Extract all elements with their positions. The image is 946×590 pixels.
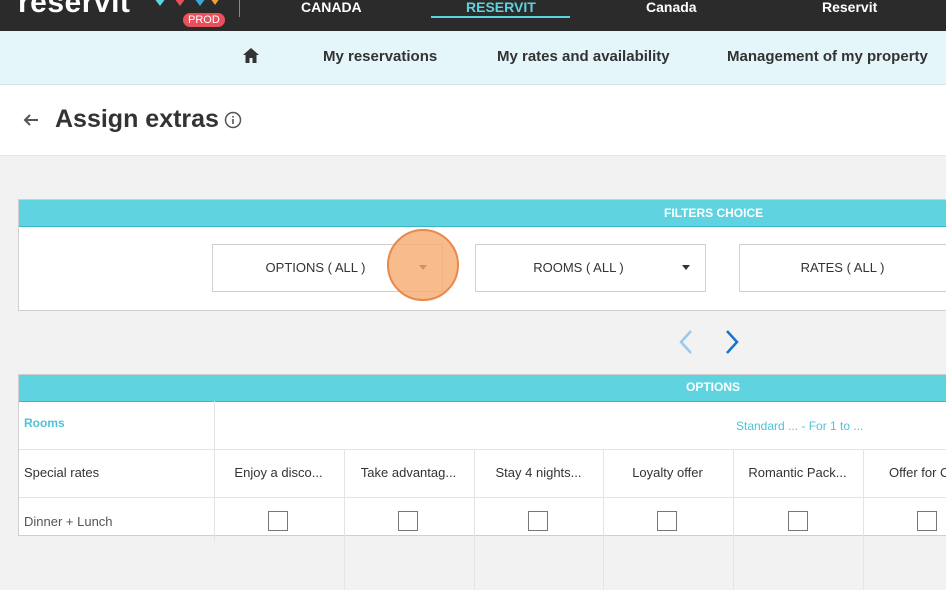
nav-item-my-reservations[interactable]: My reservations: [323, 48, 437, 65]
info-circle-icon[interactable]: [224, 111, 242, 129]
nav-item-property-management[interactable]: Management of my property: [727, 48, 928, 65]
special-rates-label: Special rates: [24, 465, 100, 480]
rate-header-4: Loyalty offer: [632, 465, 703, 480]
rates-filter-dropdown[interactable]: RATES ( ALL ): [739, 244, 946, 292]
tab-reservit[interactable]: Reservit: [822, 0, 877, 15]
environment-badge: PROD: [183, 13, 225, 27]
app-logo[interactable]: reservit: [18, 0, 130, 20]
topbar-divider: [239, 0, 240, 17]
row-label-dinner-lunch: Dinner + Lunch: [24, 514, 113, 529]
chevron-down-icon: [682, 265, 690, 270]
assign-checkbox[interactable]: [398, 511, 418, 531]
rate-header-6: Offer for C: [889, 465, 946, 480]
tab-canada-upper[interactable]: CANADA: [301, 0, 362, 15]
assign-checkbox[interactable]: [917, 511, 937, 531]
rate-header-1: Enjoy a disco...: [234, 465, 323, 480]
assign-checkbox[interactable]: [268, 511, 288, 531]
page-title: Assign extras: [55, 105, 219, 133]
rates-filter-label: RATES ( ALL ): [800, 260, 885, 275]
tab-reservit-upper[interactable]: RESERVIT: [466, 0, 536, 15]
nav-item-rates-availability[interactable]: My rates and availability: [497, 48, 670, 65]
arrow-left-icon[interactable]: [22, 111, 40, 129]
rooms-row: Rooms Standard ... - For 1 to ...: [19, 401, 946, 450]
options-header: OPTIONS: [19, 375, 946, 402]
click-highlight-marker: [387, 229, 459, 301]
rate-header-3: Stay 4 nights...: [495, 465, 582, 480]
filters-header: FILTERS CHOICE: [19, 200, 946, 227]
filters-panel: FILTERS CHOICE OPTIONS ( ALL ) ROOMS ( A…: [18, 199, 946, 311]
active-tab-indicator: [431, 16, 570, 18]
filters-heading: FILTERS CHOICE: [664, 206, 764, 220]
options-table: OPTIONS Rooms Standard ... - For 1 to ..…: [18, 374, 946, 590]
next-page-icon[interactable]: [722, 328, 742, 356]
tab-canada[interactable]: Canada: [646, 0, 697, 15]
home-icon[interactable]: [242, 47, 260, 65]
options-heading: OPTIONS: [686, 380, 741, 394]
previous-page-icon[interactable]: [676, 328, 696, 356]
page-header: Assign extras: [0, 85, 946, 156]
main-nav: My reservations My rates and availabilit…: [0, 31, 946, 85]
top-bar: reservit PROD CANADA RESERVIT Canada Res…: [0, 0, 946, 31]
rate-header-2: Take advantag...: [360, 465, 457, 480]
rate-header-5: Romantic Pack...: [748, 465, 847, 480]
rooms-filter-dropdown[interactable]: ROOMS ( ALL ): [475, 244, 706, 292]
rooms-filter-label: ROOMS ( ALL ): [533, 260, 624, 275]
logo-hearts-icon: [155, 0, 219, 6]
rooms-label: Rooms: [24, 416, 65, 430]
assign-checkbox[interactable]: [788, 511, 808, 531]
room-name[interactable]: Standard ... - For 1 to ...: [736, 419, 863, 433]
assign-checkbox[interactable]: [657, 511, 677, 531]
assign-checkbox[interactable]: [528, 511, 548, 531]
